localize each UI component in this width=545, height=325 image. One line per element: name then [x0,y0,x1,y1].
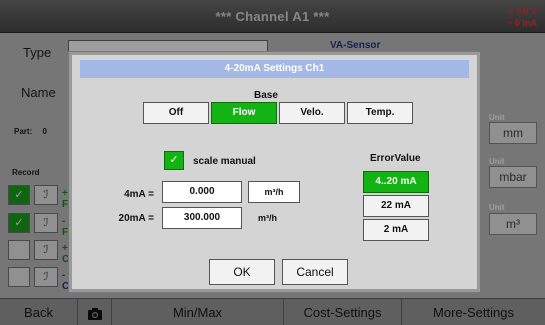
error-2ma-button[interactable]: 2 mA [363,219,429,241]
base-temp-button[interactable]: Temp. [347,102,413,124]
error-4-20ma-button[interactable]: 4..20 mA [363,171,429,193]
base-velo-button[interactable]: Velo. [279,102,345,124]
scale-manual-checkbox[interactable]: ✓ [164,151,184,170]
ma4-input[interactable]: 0.000 [162,181,242,203]
cancel-button[interactable]: Cancel [282,259,348,285]
ma4-label: 4mA = [124,189,154,200]
settings-dialog: 4-20mA Settings Ch1 Base Off Flow Velo. … [69,52,480,292]
base-flow-button[interactable]: Flow [211,102,277,124]
ok-button[interactable]: OK [209,259,275,285]
ma20-label: 20mA = [118,213,154,224]
base-off-button[interactable]: Off [143,102,209,124]
error-22ma-button[interactable]: 22 mA [363,195,429,217]
ma4-unit-field[interactable]: m³/h [248,181,300,203]
scale-manual-label: scale manual [193,156,256,167]
ma20-input[interactable]: 300.000 [162,207,242,229]
error-value-label: ErrorValue [370,153,421,164]
ma20-unit: m³/h [258,213,277,223]
base-label: Base [254,90,278,101]
dialog-title: 4-20mA Settings Ch1 [80,60,469,78]
